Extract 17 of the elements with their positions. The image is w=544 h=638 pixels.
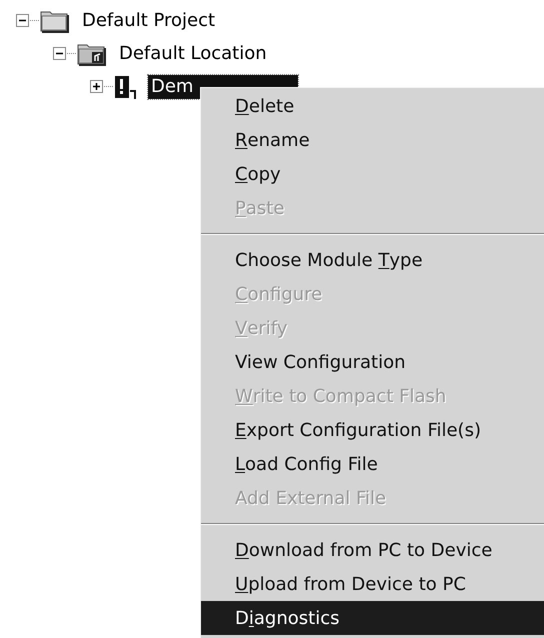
module-icon — [114, 74, 138, 100]
menu-item[interactable]: Rename — [201, 123, 544, 157]
collapse-icon[interactable] — [53, 47, 66, 60]
menu-item[interactable]: Download from PC to Device — [201, 533, 544, 567]
collapse-icon[interactable] — [16, 14, 29, 27]
folder-icon — [40, 8, 70, 32]
menu-item[interactable]: Load Config File — [201, 447, 544, 481]
menu-item[interactable]: Diagnostics — [201, 601, 544, 635]
menu-item[interactable]: Choose Module Type — [201, 243, 544, 277]
folder-icon — [77, 42, 107, 66]
menu-item[interactable]: View Configuration — [201, 345, 544, 379]
tree-item[interactable]: Default Project — [80, 8, 218, 32]
expand-icon[interactable] — [90, 80, 103, 93]
menu-item[interactable]: Copy — [201, 157, 544, 191]
menu-item[interactable]: Upload from Device to PC — [201, 567, 544, 601]
menu-item[interactable]: Export Configuration File(s) — [201, 413, 544, 447]
tree-item[interactable]: Default Location — [117, 42, 269, 66]
